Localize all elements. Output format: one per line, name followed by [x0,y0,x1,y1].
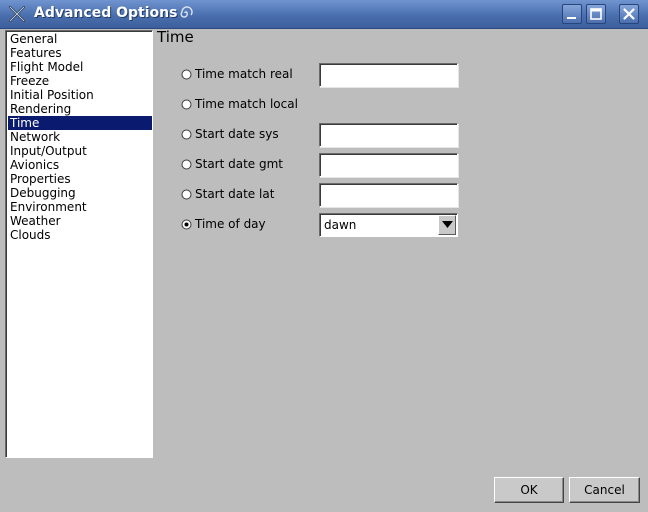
close-button[interactable] [619,4,639,24]
label-time-match-local: Time match local [195,97,298,111]
chevron-down-icon [442,221,453,228]
list-item-rendering[interactable]: Rendering [8,102,152,116]
advanced-options-window: Advanced Options General Features Flight… [0,0,648,512]
list-item-avionics[interactable]: Avionics [8,158,152,172]
radio-time-match-local[interactable] [181,99,192,110]
category-list[interactable]: General Features Flight Model Freeze Ini… [5,30,153,458]
window-title: Advanced Options [34,5,178,21]
label-start-date-lat: Start date lat [195,187,275,201]
list-item-time[interactable]: Time [8,116,152,130]
section-title: Time [157,28,194,46]
minimize-icon [567,17,576,19]
radio-start-date-sys[interactable] [181,129,192,140]
list-item-debugging[interactable]: Debugging [8,186,152,200]
start-date-sys-field[interactable] [319,123,458,147]
label-time-match-real: Time match real [195,67,293,81]
list-item-initial-position[interactable]: Initial Position [8,88,152,102]
time-match-real-field[interactable] [319,63,458,87]
radio-start-date-lat[interactable] [181,189,192,200]
radio-time-of-day[interactable] [181,219,192,230]
list-item-flight-model[interactable]: Flight Model [8,60,152,74]
title-bar[interactable]: Advanced Options [0,0,648,29]
maximize-button[interactable] [586,4,606,24]
radio-time-match-real[interactable] [181,69,192,80]
cancel-button[interactable]: Cancel [569,477,640,503]
radio-start-date-gmt[interactable] [181,159,192,170]
list-item-network[interactable]: Network [8,130,152,144]
list-item-clouds[interactable]: Clouds [8,228,152,242]
label-time-of-day: Time of day [195,217,266,231]
dropdown-button[interactable] [438,215,456,235]
list-item-properties[interactable]: Properties [8,172,152,186]
list-item-general[interactable]: General [8,32,152,46]
label-start-date-gmt: Start date gmt [195,157,284,171]
ok-button[interactable]: OK [494,477,564,503]
maximize-icon [590,8,602,20]
close-icon [623,8,635,20]
list-item-freeze[interactable]: Freeze [8,74,152,88]
time-of-day-select[interactable]: dawn [319,213,458,237]
list-item-input-output[interactable]: Input/Output [8,144,152,158]
list-item-features[interactable]: Features [8,46,152,60]
list-item-weather[interactable]: Weather [8,214,152,228]
app-x-icon [8,5,26,23]
list-item-environment[interactable]: Environment [8,200,152,214]
label-start-date-sys: Start date sys [195,127,279,141]
minimize-button[interactable] [562,4,582,24]
swirl-icon [180,6,193,18]
start-date-gmt-field[interactable] [319,153,458,177]
start-date-lat-field[interactable] [319,183,458,207]
time-of-day-value: dawn [324,218,357,232]
